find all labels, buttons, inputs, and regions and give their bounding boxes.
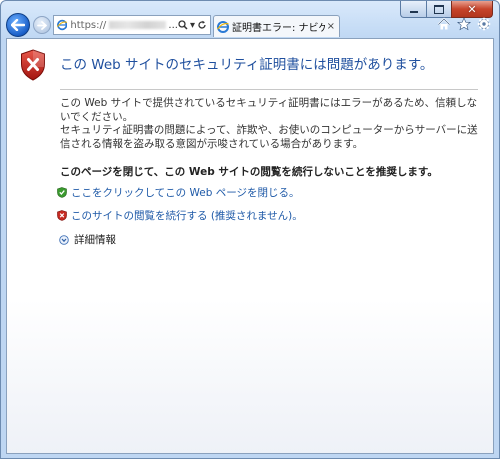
error-shield-icon <box>21 49 45 81</box>
title-divider <box>60 89 478 90</box>
address-url: https:// <box>70 19 107 31</box>
forward-arrow-icon <box>37 20 47 30</box>
description-line: この Web サイトで提供されているセキュリティ証明書にはエラーがあるため、信頼… <box>60 97 478 123</box>
description-line: セキュリティ証明書の問題によって、詐欺や、お使いのコンピューターからサーバーに送… <box>60 124 478 150</box>
green-check-shield-icon <box>57 187 67 198</box>
page-content: この Web サイトのセキュリティ証明書には問題があります。 この Web サイ… <box>6 38 494 454</box>
home-icon[interactable] <box>437 17 451 31</box>
search-icon[interactable] <box>178 20 188 30</box>
forward-button[interactable] <box>33 16 51 34</box>
page-title: この Web サイトのセキュリティ証明書には問題があります。 <box>60 57 434 73</box>
address-redacted <box>109 21 167 29</box>
address-icons: ▾ <box>178 20 210 31</box>
recommendation-text: このページを閉じて、この Web サイトの閲覧を続行しないことを推奨します。 <box>60 166 438 178</box>
tab-title: 証明書エラー: ナビゲーシ... <box>232 23 325 34</box>
favorites-star-icon[interactable] <box>457 17 471 31</box>
continue-link-text[interactable]: このサイトの閲覧を続行する (推奨されません)。 <box>71 208 303 223</box>
continue-link[interactable]: このサイトの閲覧を続行する (推奨されません)。 <box>57 208 303 223</box>
close-page-link[interactable]: ここをクリックしてこの Web ページを閉じる。 <box>57 185 300 200</box>
dropdown-arrow-icon[interactable]: ▾ <box>190 20 195 31</box>
expand-circle-icon <box>59 234 69 245</box>
refresh-icon[interactable] <box>197 20 207 30</box>
address-ellipsis: ... <box>168 19 178 31</box>
gear-icon[interactable] <box>477 17 491 31</box>
ie-favicon-icon <box>217 20 229 33</box>
more-info-label: 詳細情報 <box>74 234 116 246</box>
error-description: この Web サイトで提供されているセキュリティ証明書にはエラーがあるため、信頼… <box>60 97 480 151</box>
back-button[interactable] <box>6 13 30 37</box>
ie-favicon-icon <box>57 19 68 31</box>
tab-close-icon[interactable]: × <box>327 21 335 32</box>
command-icons <box>437 17 491 31</box>
more-info-toggle[interactable]: 詳細情報 <box>59 232 116 247</box>
browser-window: ✕ https:// ... ▾ 証明書エラー: ナビ × この Web サイト… <box>0 0 500 459</box>
tab-certificate-error[interactable]: 証明書エラー: ナビゲーシ... × <box>213 15 340 37</box>
back-arrow-icon <box>11 19 25 31</box>
close-page-link-text[interactable]: ここをクリックしてこの Web ページを閉じる。 <box>71 185 300 200</box>
browser-toolbar: https:// ... ▾ 証明書エラー: ナビゲー <box>1 13 499 37</box>
red-x-shield-icon <box>57 210 67 221</box>
address-bar[interactable]: https:// ... ▾ <box>53 15 211 35</box>
